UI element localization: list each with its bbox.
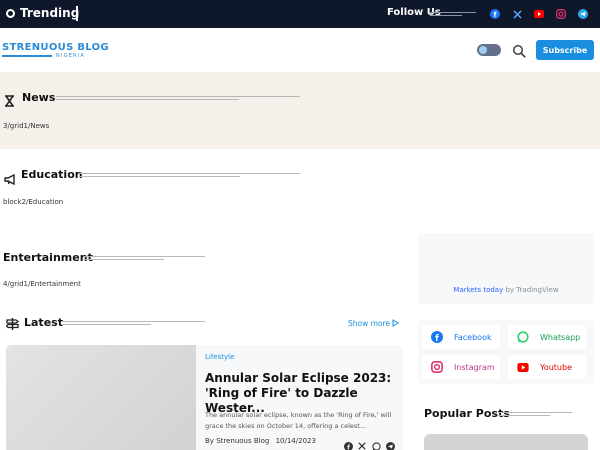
byline-prefix: By: [205, 437, 214, 445]
news-title[interactable]: News: [22, 91, 55, 104]
post-thumbnail[interactable]: [6, 345, 196, 450]
tradingview-caption: Markets today by TradingView: [418, 286, 594, 294]
svg-text:f: f: [347, 444, 350, 450]
tradingview-attribution: by TradingView: [503, 286, 559, 294]
markets-today-link[interactable]: Markets today: [453, 286, 503, 294]
toggle-knob: [479, 46, 487, 54]
whatsapp-button[interactable]: Whatsapp: [508, 325, 586, 349]
facebook-button[interactable]: f Facebook: [422, 325, 500, 349]
x-icon[interactable]: [509, 6, 525, 22]
trending-divider: [76, 6, 78, 21]
latest-decor-lines: [62, 321, 205, 326]
hourglass-icon: [4, 92, 15, 111]
instagram-icon: [430, 360, 444, 374]
tradingview-widget: Markets today by TradingView: [418, 233, 594, 304]
show-more-label: Show more: [348, 319, 391, 328]
popular-decor-lines: [498, 412, 572, 417]
logo-underline: [2, 55, 52, 57]
svg-text:f: f: [435, 333, 439, 343]
entertainment-path: 4/grid1/Entertainment: [3, 280, 81, 288]
youtube-label: Youtube: [540, 362, 572, 372]
trending-label: Trending: [20, 6, 80, 20]
youtube-button[interactable]: Youtube: [508, 355, 586, 379]
instagram-icon[interactable]: [553, 6, 569, 22]
education-title[interactable]: Education: [21, 168, 83, 181]
instagram-button[interactable]: Instagram: [422, 355, 500, 379]
facebook-label: Facebook: [454, 332, 492, 342]
facebook-icon[interactable]: f: [487, 6, 503, 22]
share-whatsapp-icon[interactable]: [371, 441, 381, 450]
telegram-icon[interactable]: [575, 6, 591, 22]
news-path: 3/grid1/News: [3, 122, 50, 130]
signpost-icon: [5, 316, 20, 335]
social-buttons-card: f Facebook Whatsapp Instagram Youtube: [418, 320, 594, 384]
youtube-icon[interactable]: [531, 6, 547, 22]
megaphone-icon: [4, 170, 17, 189]
whatsapp-label: Whatsapp: [540, 332, 581, 342]
search-icon[interactable]: [512, 43, 526, 58]
share-telegram-icon[interactable]: [385, 441, 395, 450]
instagram-label: Instagram: [454, 362, 495, 372]
share-facebook-icon[interactable]: f: [343, 441, 353, 450]
play-arrow-icon: [392, 319, 400, 327]
whatsapp-icon: [516, 330, 530, 344]
logo-subtitle: NIGERIA: [56, 53, 86, 59]
logo-title: STRENUOUS BLOG: [2, 42, 109, 53]
post-date: 10/14/2023: [275, 437, 316, 445]
post-category[interactable]: Lifestyle: [205, 353, 234, 361]
show-more-link[interactable]: Show more: [348, 319, 400, 328]
entertainment-decor-lines: [84, 256, 205, 261]
facebook-icon: f: [430, 330, 444, 344]
popular-posts-title: Popular Posts: [424, 407, 510, 420]
popular-post-thumbnail[interactable]: [424, 434, 588, 450]
education-path: block2/Education: [3, 198, 64, 206]
post-byline: By Strenuous Blog 10/14/2023: [205, 437, 316, 445]
latest-title[interactable]: Latest: [24, 316, 63, 329]
site-header: STRENUOUS BLOG NIGERIA Subscribe: [0, 28, 600, 72]
trending-icon: [6, 9, 15, 18]
education-decor-lines: [79, 173, 300, 178]
youtube-icon: [516, 360, 530, 374]
top-bar: Trending Follow Us f: [0, 0, 600, 28]
dark-mode-toggle[interactable]: [477, 44, 501, 56]
follow-decor-lines: [430, 12, 476, 17]
share-x-icon[interactable]: [357, 441, 367, 450]
subscribe-button[interactable]: Subscribe: [536, 40, 594, 60]
latest-post-card[interactable]: Lifestyle Annular Solar Eclipse 2023: 'R…: [6, 345, 403, 450]
post-author[interactable]: Strenuous Blog: [216, 437, 269, 445]
post-excerpt: The annular solar eclipse, known as the …: [205, 411, 392, 430]
news-section: News 3/grid1/News: [0, 72, 600, 149]
entertainment-title[interactable]: Entertainment: [3, 251, 93, 264]
news-decor-lines: [56, 96, 300, 101]
